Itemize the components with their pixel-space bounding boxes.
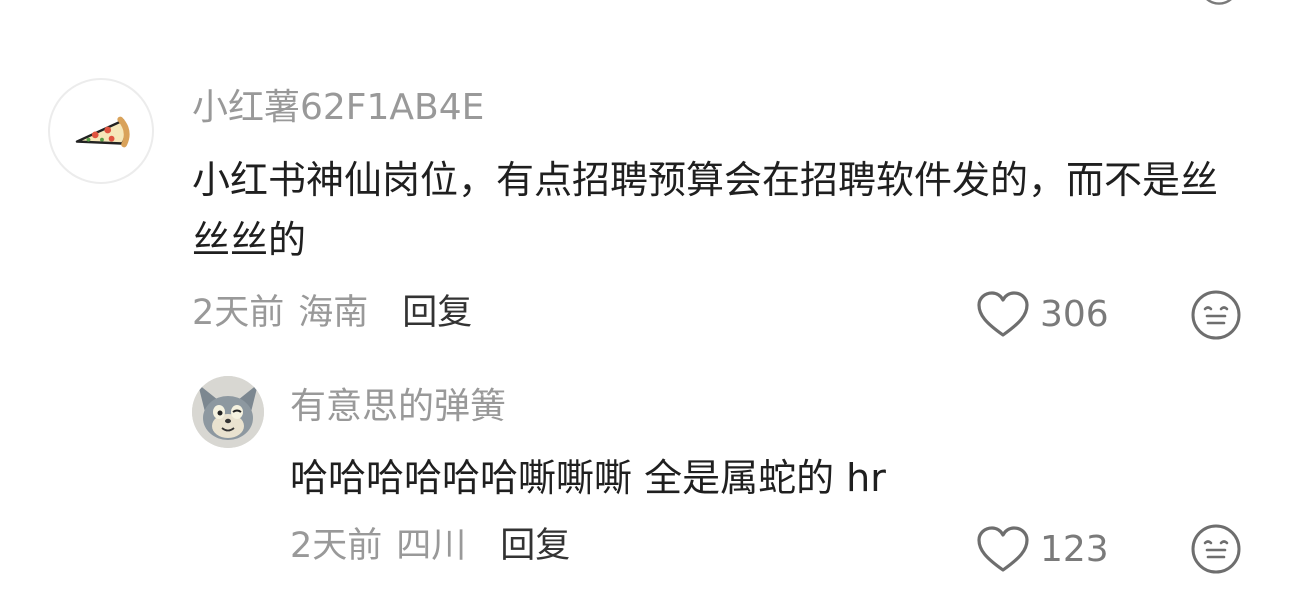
- comment-username[interactable]: 小红薯62F1AB4E: [192, 86, 484, 130]
- comment-thread: 小红薯62F1AB4E 小红书神仙岗位，有点招聘预算会在招聘软件发的，而不是丝丝…: [0, 0, 1290, 608]
- avatar[interactable]: [192, 376, 264, 448]
- heart-icon: [977, 526, 1029, 572]
- reply-username[interactable]: 有意思的弹簧: [290, 385, 506, 429]
- like-count: 306: [1040, 294, 1109, 335]
- comment-meta: 2天前 海南 回复: [192, 291, 472, 335]
- reply-meta: 2天前 四川 回复: [290, 524, 570, 568]
- neutral-face-icon: [1191, 290, 1241, 340]
- cartoon-cat-avatar: [192, 376, 264, 448]
- heart-icon: [977, 291, 1029, 337]
- comment-text: 小红书神仙岗位，有点招聘预算会在招聘软件发的，而不是丝丝丝的: [192, 158, 1219, 262]
- comment-location: 海南: [298, 293, 369, 333]
- emoji-reaction-button[interactable]: [1190, 289, 1242, 341]
- pizza-icon: [75, 116, 130, 148]
- emoji-reaction-button[interactable]: [1190, 523, 1242, 575]
- like-button[interactable]: 306: [976, 291, 1109, 339]
- reply-button[interactable]: 回复: [402, 293, 472, 333]
- comment-time: 2天前: [192, 293, 285, 333]
- neutral-face-icon: [1191, 524, 1241, 574]
- like-button[interactable]: 123: [976, 526, 1109, 574]
- reply-location: 四川: [396, 526, 467, 566]
- reply-button[interactable]: 回复: [500, 526, 570, 566]
- avatar[interactable]: [48, 78, 154, 184]
- neutral-face-icon[interactable]: [1198, 0, 1240, 6]
- reply-text: 哈哈哈哈哈哈嘶嘶嘶 全是属蛇的 hr: [290, 456, 886, 500]
- reply-time: 2天前: [290, 526, 383, 566]
- like-count: 123: [1040, 529, 1109, 570]
